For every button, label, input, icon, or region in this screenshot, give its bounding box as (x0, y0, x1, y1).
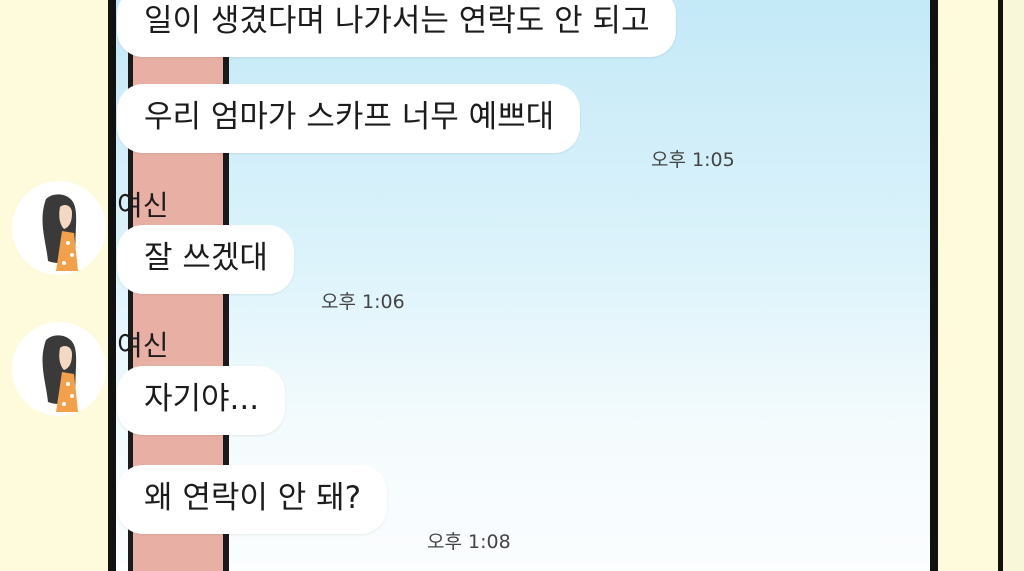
message-time: 오후 1:05 (651, 149, 735, 171)
sender-name: 여신 (117, 329, 169, 362)
message-time: 오후 1:06 (321, 291, 405, 313)
message-bubble[interactable]: 왜 연락이 안 돼? (117, 465, 388, 534)
sender-avatar[interactable] (12, 181, 106, 275)
frame-edge (998, 0, 1024, 571)
girl-avatar-icon (42, 194, 78, 271)
sender-name: 여신 (117, 189, 169, 222)
girl-avatar-icon (42, 335, 78, 412)
message-bubble[interactable]: 자기야... (117, 366, 286, 435)
sender-avatar[interactable] (12, 322, 106, 416)
message-bubble[interactable]: 우리 엄마가 스카프 너무 예쁘대 (117, 84, 581, 153)
message-bubble[interactable]: 일이 생겼다며 나가서는 연락도 안 되고 (117, 0, 676, 57)
message-time: 오후 1:08 (427, 531, 511, 553)
message-bubble[interactable]: 잘 쓰겠대 (117, 225, 294, 294)
